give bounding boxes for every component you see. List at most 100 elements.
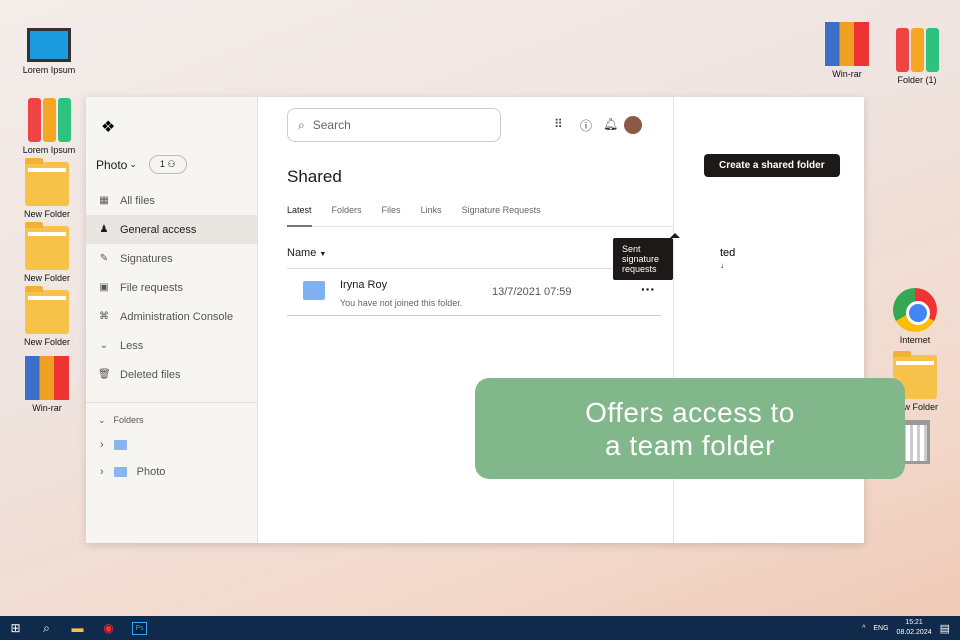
banner-line: a team folder	[605, 429, 775, 461]
workspace-name[interactable]: Photo	[96, 158, 127, 172]
sidebar-item-signatures[interactable]: ✎ Signatures	[86, 244, 257, 273]
sidebar-item-label: Deleted files	[120, 368, 181, 381]
sidebar-item-file-requests[interactable]: ▣ File requests	[86, 273, 257, 302]
apps-grid-icon[interactable]: ⠿	[554, 117, 563, 131]
folder-tree-item[interactable]: ›	[86, 431, 257, 458]
sidebar-item-label: File requests	[120, 281, 183, 294]
banner-line: Offers access to	[585, 396, 795, 428]
sidebar-item-general-access[interactable]: ♟ General access	[86, 215, 257, 244]
sidebar-item-label: General access	[120, 223, 197, 236]
tabs: Latest Folders Files Links Signature Req…	[287, 205, 673, 227]
chevron-down-icon: ⌄	[99, 340, 109, 351]
chrome-icon	[893, 288, 937, 332]
file-request-icon: ▣	[99, 282, 109, 293]
row-date: 13/7/2021 07:59	[492, 286, 572, 298]
notification-icon[interactable]: ▤	[940, 622, 950, 635]
bell-icon[interactable]: 🔔︎	[603, 117, 618, 131]
folder-label: Photo	[136, 465, 166, 478]
add-person-icon: ⚇	[167, 159, 176, 169]
taskbar: ⊞ ⌕ ▬ ◉ Ps ^ ENG 15:21 08.02.2024 ▤	[0, 616, 960, 640]
sidebar-item-label: Less	[120, 339, 144, 352]
column-name-header[interactable]: Name ▼	[287, 247, 326, 259]
icon-label: Folder (1)	[897, 75, 937, 85]
row-status: You have not joined this folder.	[340, 298, 463, 308]
chevron-right-icon[interactable]: ›	[100, 439, 104, 451]
icon-label: New Folder	[23, 209, 70, 219]
desktop-icon-winrar[interactable]: Win-rar	[812, 22, 882, 79]
tab-files[interactable]: Files	[382, 205, 401, 226]
table-row[interactable]: Iryna Roy You have not joined this folde…	[287, 269, 661, 315]
desktop-icon-computer[interactable]: Lorem Ipsum	[14, 28, 84, 75]
folder-icon	[25, 158, 69, 206]
trash-icon: 🗑	[98, 369, 111, 380]
system-tray: ^ ENG 15:21 08.02.2024 ▤	[862, 616, 950, 640]
avatar[interactable]	[624, 116, 642, 134]
tooltip: Sent signature requests	[613, 233, 680, 280]
chevron-right-icon[interactable]: ›	[100, 466, 104, 478]
folders-toggle[interactable]: ⌄ Folders	[86, 415, 257, 431]
language-indicator[interactable]: ENG	[873, 625, 888, 632]
windows-start-icon[interactable]: ⊞	[0, 616, 31, 640]
desktop-icon-internet[interactable]: Internet	[880, 288, 950, 345]
binders-icon	[895, 28, 939, 72]
sidebar-item-label: Administration Console	[120, 310, 234, 323]
search-icon[interactable]: ⌕	[31, 616, 62, 640]
tab-latest[interactable]: Latest	[287, 205, 312, 227]
time: 15:21	[905, 619, 923, 626]
dropbox-logo-icon[interactable]: ❖	[101, 117, 115, 137]
search-input[interactable]: ⌕ Search	[287, 108, 501, 142]
desktop-icon-folder[interactable]: New Folder	[12, 158, 82, 219]
folder-icon	[113, 439, 127, 450]
grid-icon: ▦	[99, 195, 109, 206]
desktop-icon-winrar[interactable]: Win-rar	[12, 356, 82, 413]
chevron-down-icon: ⌄	[129, 159, 137, 169]
binders-icon	[27, 98, 71, 142]
folder-icon	[113, 466, 127, 477]
desktop-icon-folder[interactable]: New Folder	[12, 222, 82, 283]
create-shared-folder-button[interactable]: Create a shared folder	[704, 154, 840, 177]
signature-icon: ✎	[99, 253, 109, 264]
folder-icon	[25, 222, 69, 270]
shared-folder-icon	[303, 281, 325, 300]
icon-label: New Folder	[23, 337, 70, 347]
icon-label: New Folder	[23, 273, 70, 283]
row-name[interactable]: Iryna Roy	[340, 279, 387, 291]
sidebar-item-deleted-files[interactable]: 🗑 Deleted files	[86, 360, 257, 389]
date: 08.02.2024	[896, 629, 932, 636]
sidebar-item-all-files[interactable]: ▦ All files	[86, 186, 257, 215]
desktop-icon-folder[interactable]: New Folder	[12, 286, 82, 347]
sort-down-icon: ▼	[319, 251, 327, 258]
computer-icon	[27, 28, 71, 62]
sidebar-item-label: Signatures	[120, 252, 173, 265]
sidebar: ❖ Photo ⌄ 1 ⚇ ▦ All files ♟ General access ✎…	[86, 97, 258, 543]
tab-links[interactable]: Links	[421, 205, 442, 226]
chevron-up-icon[interactable]: ^	[862, 625, 865, 632]
workspace-switcher[interactable]: Photo ⌄ 1 ⚇	[96, 155, 187, 174]
caption-banner: Offers access to a team folder	[475, 378, 905, 479]
icon-label: Lorem Ipsum	[22, 65, 76, 75]
chrome-icon[interactable]: ◉	[93, 616, 124, 640]
page-title: Shared	[287, 167, 342, 186]
column-label: Name	[287, 247, 317, 259]
desktop-icon-binders[interactable]: Folder (1)	[882, 28, 952, 85]
tab-folders[interactable]: Folders	[332, 205, 362, 226]
sidebar-item-label: All files	[120, 194, 155, 207]
clock[interactable]: 15:21 08.02.2024	[897, 618, 932, 638]
winrar-icon	[825, 22, 869, 66]
people-icon: ♟	[99, 224, 109, 235]
icon-label: Lorem Ipsum	[22, 145, 76, 155]
sidebar-item-less[interactable]: ⌄ Less	[86, 331, 257, 360]
photoshop-icon[interactable]: Ps	[124, 616, 155, 640]
icon-label: Win-rar	[832, 69, 862, 79]
folders-section: ⌄ Folders › › Photo	[86, 402, 257, 485]
help-icon[interactable]: ⓘ	[580, 117, 592, 134]
more-options-icon[interactable]: ···	[641, 281, 655, 297]
desktop-icon-binders[interactable]: Lorem Ipsum	[14, 98, 84, 155]
tab-signature-requests[interactable]: Signature Requests	[462, 205, 541, 226]
member-count: 1	[159, 159, 165, 169]
file-explorer-icon[interactable]: ▬	[62, 616, 93, 640]
icon-label: Win-rar	[32, 403, 62, 413]
folder-tree-item[interactable]: › Photo	[86, 458, 257, 485]
sidebar-item-admin-console[interactable]: ⌘ Administration Console	[86, 302, 257, 331]
members-button[interactable]: 1 ⚇	[148, 155, 187, 174]
